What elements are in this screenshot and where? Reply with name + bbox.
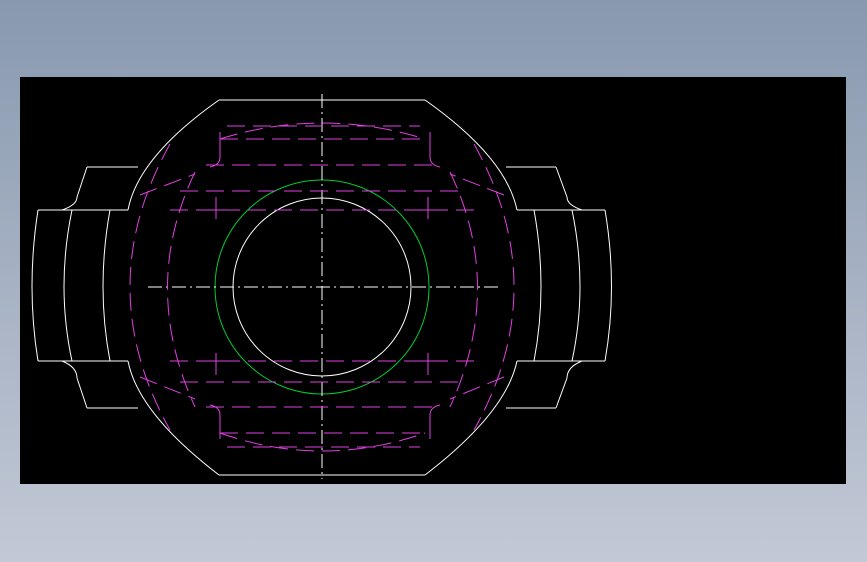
corner-top-right (429, 132, 441, 168)
hidden-diagonal-top-right (449, 173, 505, 196)
part-drawing (31, 94, 612, 479)
right-flange-inner-arc (571, 209, 581, 362)
right-trunnion-bottom-chamfer (555, 377, 568, 409)
hidden-corner-details (209, 132, 441, 439)
left-flange-outer-arc (31, 209, 39, 362)
right-fillet-top (566, 196, 583, 211)
hidden-inner-arc-left (167, 171, 196, 408)
left-fillet-bottom (61, 360, 78, 379)
right-fillet-bottom (566, 360, 583, 379)
outer-arc-right (424, 99, 518, 211)
outer-arc-right-lower (424, 360, 518, 476)
inner-bore-arc-left (102, 209, 111, 362)
hidden-diagonal-top-left (139, 173, 196, 196)
hidden-inner-arc-right (449, 171, 478, 408)
left-trunnion-bottom-chamfer (76, 377, 88, 409)
right-trunnion-top-chamfer (555, 166, 568, 198)
corner-bottom-left (209, 404, 221, 439)
outer-arc-left (127, 99, 220, 211)
right-flange-outer-arc (604, 209, 612, 362)
inner-bore-arc-right (533, 209, 542, 362)
corner-bottom-right (429, 404, 441, 439)
corner-top-left (209, 132, 221, 168)
cad-viewport[interactable] (20, 77, 846, 484)
left-trunnion-top-chamfer (76, 166, 88, 198)
left-fillet-top (61, 196, 78, 211)
left-flange-inner-arc (63, 209, 73, 362)
center-lines (148, 94, 498, 479)
